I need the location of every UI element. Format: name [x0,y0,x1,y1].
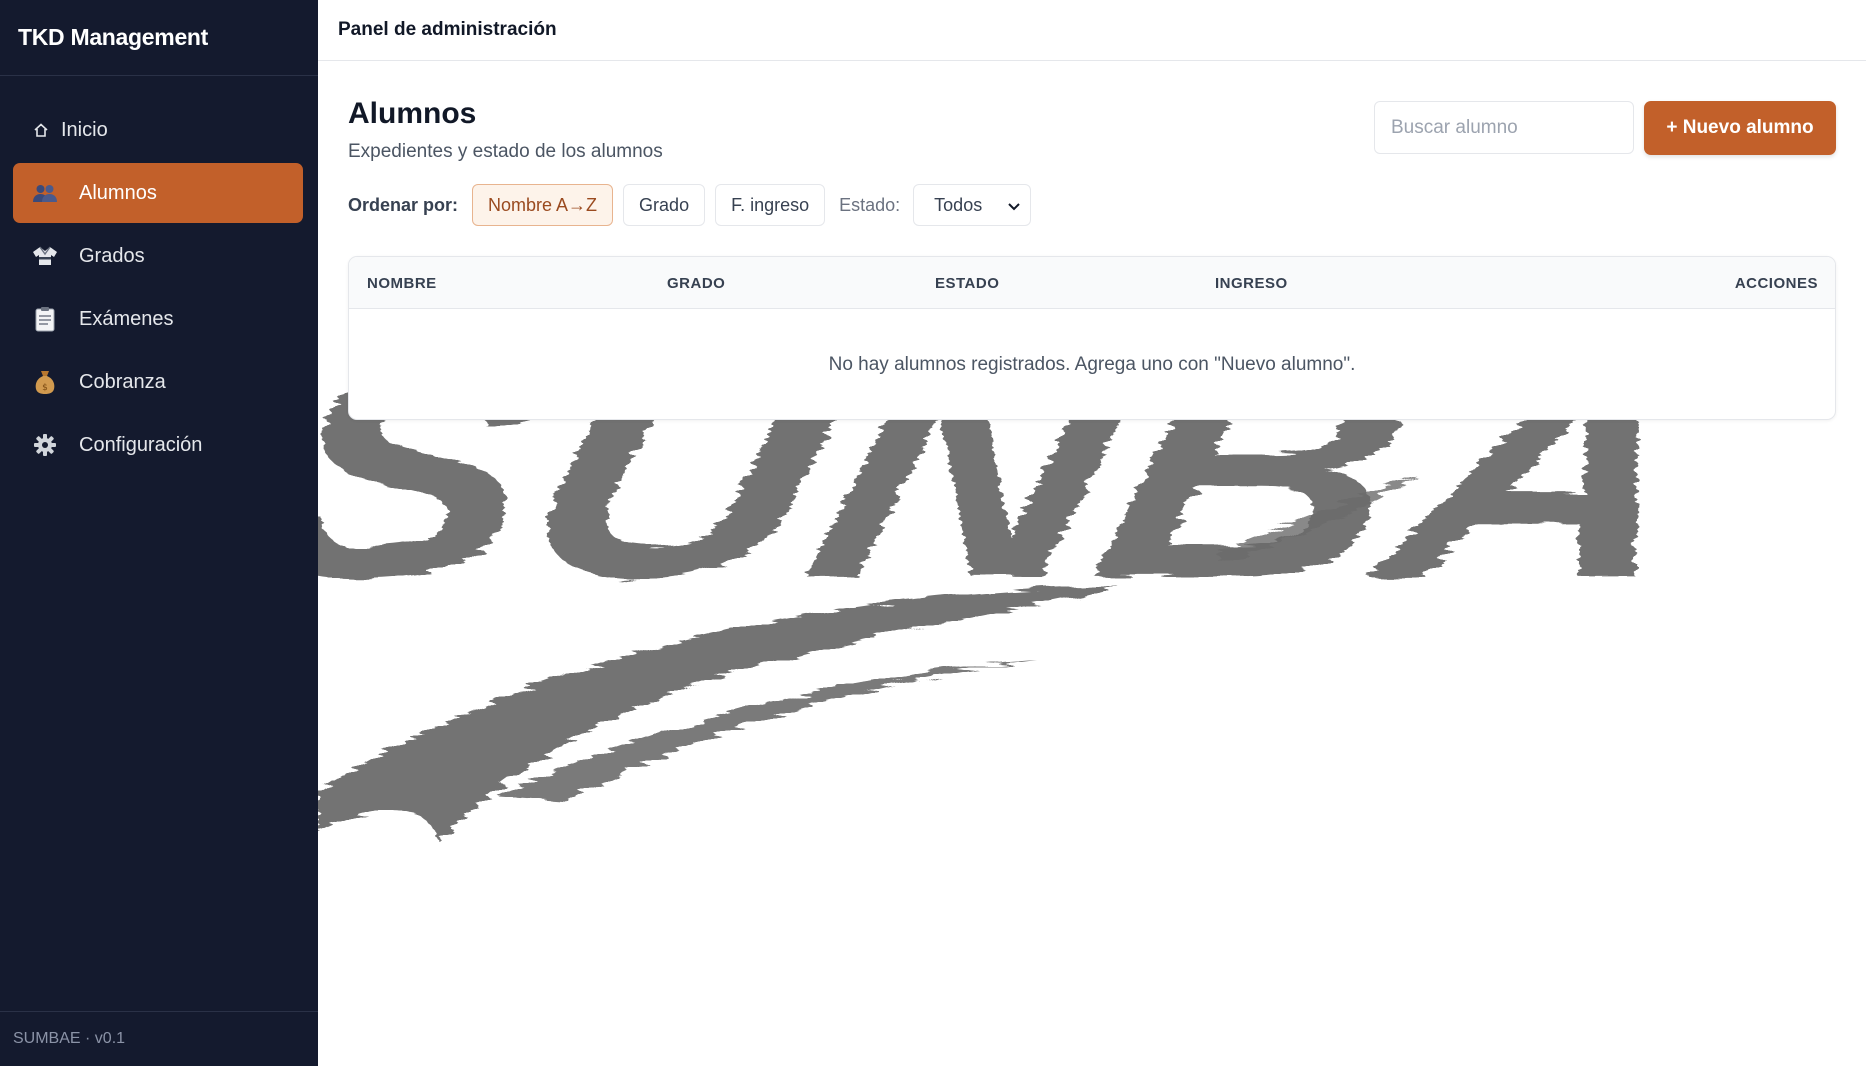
sidebar-item-label: Cobranza [79,370,166,393]
sidebar-item-grados[interactable]: Grados [13,226,303,286]
sort-label: Ordenar por: [348,194,459,215]
topbar: Panel de administración [318,0,1866,61]
clipboard-icon [31,305,59,333]
column-header-ingreso[interactable]: INGRESO [1215,257,1288,309]
page-title: Alumnos [348,97,477,130]
table-header: NOMBRE GRADO ESTADO INGRESO ACCIONES [349,257,1835,309]
header-title: Panel de administración [338,19,557,40]
sidebar-item-label: Grados [79,244,145,267]
sidebar-item-label: Inicio [61,118,108,141]
sidebar: TKD Management Inicio Alumnos Grados Exá… [0,0,318,1066]
status-filter-value: Todos [934,194,983,215]
sidebar-item-alumnos[interactable]: Alumnos [13,163,303,223]
column-header-estado[interactable]: ESTADO [935,257,999,309]
status-filter-label: Estado: [839,194,901,215]
sort-bar: Ordenar por: Nombre A→Z Grado F. ingreso… [348,184,1032,226]
status-filter-select[interactable]: Todos [913,184,1032,226]
column-header-grado[interactable]: GRADO [667,257,725,309]
sidebar-item-label: Exámenes [79,307,174,330]
uniform-icon [31,242,59,270]
sidebar-item-examenes[interactable]: Exámenes [13,289,303,349]
sidebar-item-cobranza[interactable]: $ Cobranza [13,352,303,412]
new-student-button[interactable]: + Nuevo alumno [1644,101,1836,155]
sidebar-item-label: Alumnos [79,181,157,204]
version-label: SUMBAE · v0.1 [0,1011,318,1066]
svg-text:$: $ [42,383,48,393]
chevron-down-icon [1008,195,1020,216]
page-subtitle: Expedientes y estado de los alumnos [348,141,663,162]
sort-option-name[interactable]: Nombre A→Z [472,184,614,226]
sidebar-item-label: Configuración [79,433,203,456]
sort-option-grade[interactable]: Grado [623,184,706,226]
gear-icon [31,431,59,459]
sort-option-date[interactable]: F. ingreso [715,184,826,226]
sidebar-item-inicio[interactable]: Inicio [13,100,303,160]
empty-state-message: No hay alumnos registrados. Agrega uno c… [828,353,1356,375]
sidebar-item-configuracion[interactable]: Configuración [13,415,303,475]
brand: TKD Management [0,0,318,76]
sidebar-nav: Inicio Alumnos Grados Exámenes $ Cobranz… [0,76,318,475]
column-header-acciones: ACCIONES [1734,274,1818,292]
column-header-nombre[interactable]: NOMBRE [367,257,437,309]
money-bag-icon: $ [31,368,59,396]
app-title: TKD Management [18,24,209,50]
main-content: SUNBAE Alumnos Expedientes y estado de l… [318,61,1866,1066]
search-input[interactable] [1374,101,1634,154]
home-icon [31,116,51,144]
students-table: NOMBRE GRADO ESTADO INGRESO ACCIONES No … [348,256,1836,420]
page-header: Alumnos Expedientes y estado de los alum… [348,97,663,163]
people-icon [31,179,59,207]
